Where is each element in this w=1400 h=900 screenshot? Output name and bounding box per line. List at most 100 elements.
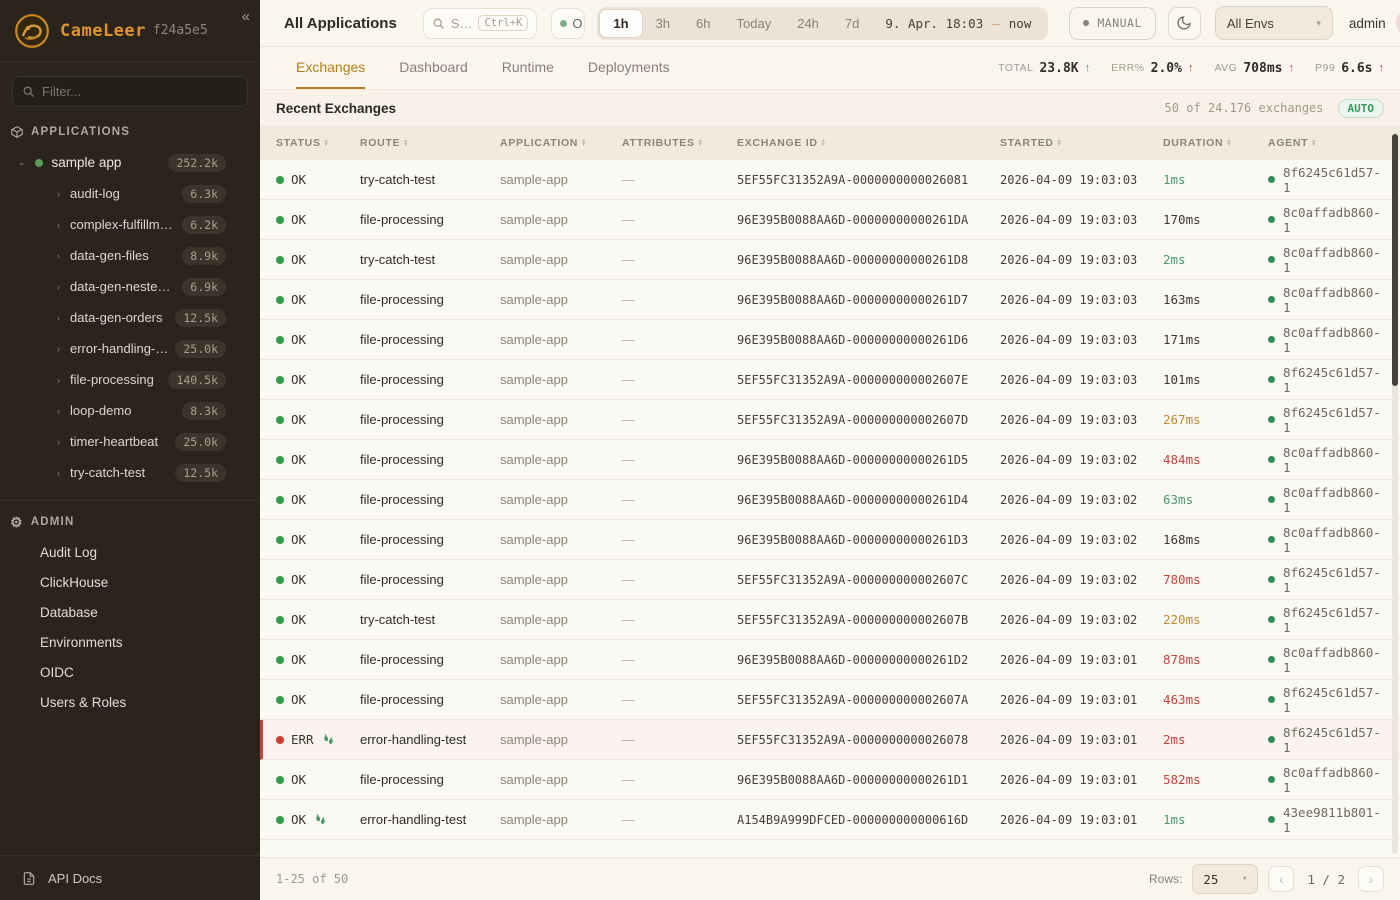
table-scrollbar-thumb[interactable]: [1392, 134, 1398, 386]
sidebar-route-item[interactable]: › data-gen-orders 12.5k: [0, 302, 260, 333]
table-row[interactable]: OK file-processing sample-app — 96E395B0…: [260, 520, 1400, 560]
manual-refresh-button[interactable]: MANUAL: [1069, 7, 1156, 40]
chevron-right-icon: ›: [57, 189, 60, 199]
sidebar-route-item[interactable]: › data-gen-neste… 6.9k: [0, 271, 260, 302]
table-row[interactable]: OK file-processing sample-app — 96E395B0…: [260, 480, 1400, 520]
count-badge: 252.2k: [168, 154, 226, 172]
column-header[interactable]: STATUS ▴▾: [276, 137, 360, 149]
sidebar-item-sample-app[interactable]: ⌄ sample app 252.2k: [0, 147, 260, 178]
sidebar-route-item[interactable]: › audit-log 6.3k: [0, 178, 260, 209]
table-row[interactable]: OK file-processing sample-app — 96E395B0…: [260, 640, 1400, 680]
table-row[interactable]: OK file-processing sample-app — 5EF55FC3…: [260, 680, 1400, 720]
sidebar-admin-item[interactable]: Environments: [0, 627, 260, 657]
agent-status-dot: [1268, 616, 1275, 623]
sidebar-admin-item[interactable]: ClickHouse: [0, 567, 260, 597]
admin-item-label: Database: [40, 605, 98, 620]
time-range-segment[interactable]: 24h: [784, 9, 832, 38]
table-row[interactable]: OK try-catch-test sample-app — 5EF55FC31…: [260, 600, 1400, 640]
status-dot: [276, 256, 284, 264]
table-row[interactable]: ERR error-handling-test sample-app — 5EF…: [260, 720, 1400, 760]
table-row[interactable]: OK file-processing sample-app — 96E395B0…: [260, 280, 1400, 320]
sidebar-route-item[interactable]: › timer-heartbeat 25.0k: [0, 426, 260, 457]
sidebar-filter-input[interactable]: Filter...: [12, 76, 248, 107]
time-range-segment[interactable]: 3h: [643, 9, 683, 38]
time-range-segment[interactable]: 1h: [599, 9, 642, 38]
table-row[interactable]: OK file-processing sample-app — 96E395B0…: [260, 320, 1400, 360]
table-row[interactable]: OK try-catch-test sample-app — 96E395B00…: [260, 240, 1400, 280]
agent-id: 8f6245c61d57-1: [1283, 725, 1384, 755]
agent-cell: 8f6245c61d57-1: [1268, 725, 1384, 755]
table-row[interactable]: OK file-processing sample-app — 96E395B0…: [260, 440, 1400, 480]
sidebar-api-docs[interactable]: API Docs: [0, 855, 260, 900]
prev-page-button[interactable]: ‹: [1268, 866, 1294, 892]
agent-status-dot: [1268, 776, 1275, 783]
column-header[interactable]: ATTRIBUTES ▴▾: [622, 137, 737, 149]
status-cell: OK: [276, 812, 360, 827]
agent-cell: 8c0affadb860-1: [1268, 445, 1384, 475]
agent-status-dot: [1268, 176, 1275, 183]
route-cell: try-catch-test: [360, 612, 500, 627]
search-icon: [432, 17, 445, 30]
table-row[interactable]: OK file-processing sample-app — 5EF55FC3…: [260, 360, 1400, 400]
column-header[interactable]: DURATION ▴▾: [1163, 137, 1268, 149]
sidebar-admin-item[interactable]: OIDC: [0, 657, 260, 687]
table-row[interactable]: OK file-processing sample-app — 96E395B0…: [260, 200, 1400, 240]
sidebar-admin-item[interactable]: Database: [0, 597, 260, 627]
tab[interactable]: Runtime: [502, 47, 554, 89]
date-separator: —: [992, 16, 1000, 31]
search-input[interactable]: S… Ctrl+K: [423, 8, 538, 39]
agent-id: 8f6245c61d57-1: [1283, 405, 1384, 435]
online-status-pill[interactable]: O: [551, 8, 585, 39]
time-range-segment[interactable]: 6h: [683, 9, 723, 38]
pagination-controls: Rows: 25 ▾ ‹ 1 / 2 ›: [1149, 864, 1384, 894]
status-cell: OK: [276, 692, 360, 707]
route-name: complex-fulfillm…: [70, 217, 173, 232]
admin-item-label: Users & Roles: [40, 695, 126, 710]
sidebar-route-item[interactable]: › try-catch-test 12.5k: [0, 457, 260, 488]
tab[interactable]: Deployments: [588, 47, 670, 89]
column-header[interactable]: AGENT ▴▾: [1268, 137, 1384, 149]
avatar[interactable]: AD: [1396, 9, 1400, 37]
sidebar-collapse-icon[interactable]: «: [242, 8, 250, 25]
column-header[interactable]: EXCHANGE ID ▴▾: [737, 137, 1000, 149]
rows-per-page-select[interactable]: 25 ▾: [1192, 864, 1258, 894]
column-label: ATTRIBUTES: [622, 137, 695, 149]
column-header[interactable]: STARTED ▴▾: [1000, 137, 1163, 149]
agent-id: 8c0affadb860-1: [1283, 485, 1384, 515]
sidebar-admin-item[interactable]: Audit Log: [0, 537, 260, 567]
agent-id: 8c0affadb860-1: [1283, 245, 1384, 275]
route-cell: error-handling-test: [360, 812, 500, 827]
tab[interactable]: Dashboard: [399, 47, 468, 89]
sidebar-route-item[interactable]: › complex-fulfillm… 6.2k: [0, 209, 260, 240]
stat-value: 2.0%: [1151, 61, 1182, 76]
auto-refresh-badge[interactable]: AUTO: [1338, 99, 1385, 118]
table-row[interactable]: OK error-handling-test sample-app — A154…: [260, 800, 1400, 840]
tab[interactable]: Exchanges: [296, 47, 365, 89]
count-badge: 6.2k: [182, 216, 226, 234]
table-row[interactable]: OK try-catch-test sample-app — 5EF55FC31…: [260, 160, 1400, 200]
exchange-id-cell: 96E395B0088AA6D-00000000000261D3: [737, 533, 1000, 547]
sidebar-route-item[interactable]: › data-gen-files 8.9k: [0, 240, 260, 271]
column-header[interactable]: ROUTE ▴▾: [360, 137, 500, 149]
column-header[interactable]: APPLICATION ▴▾: [500, 137, 622, 149]
count-badge: 8.9k: [182, 247, 226, 265]
sidebar-route-item[interactable]: › error-handling-… 25.0k: [0, 333, 260, 364]
sidebar-route-item[interactable]: › loop-demo 8.3k: [0, 395, 260, 426]
table-row[interactable]: OK file-processing sample-app — 5EF55FC3…: [260, 560, 1400, 600]
app-logo-title: CameLeer: [60, 21, 146, 41]
table-row[interactable]: OK file-processing sample-app — 5EF55FC3…: [260, 400, 1400, 440]
time-range-segment[interactable]: Today: [724, 9, 785, 38]
sidebar-admin-item[interactable]: Users & Roles: [0, 687, 260, 717]
dark-mode-toggle[interactable]: [1168, 7, 1201, 40]
table-row[interactable]: OK file-processing sample-app — 96E395B0…: [260, 760, 1400, 800]
environments-dropdown[interactable]: All Envs ▾: [1215, 6, 1333, 40]
chevron-right-icon: ›: [57, 282, 60, 292]
attributes-cell: —: [622, 212, 737, 227]
next-page-button[interactable]: ›: [1358, 866, 1384, 892]
duration-cell: 171ms: [1163, 332, 1268, 347]
duration-cell: 780ms: [1163, 572, 1268, 587]
date-range-display[interactable]: 9. Apr. 18:03 — now: [872, 16, 1046, 31]
time-range-segment[interactable]: 7d: [832, 9, 872, 38]
agent-status-dot: [1268, 696, 1275, 703]
sidebar-route-item[interactable]: › file-processing 140.5k: [0, 364, 260, 395]
